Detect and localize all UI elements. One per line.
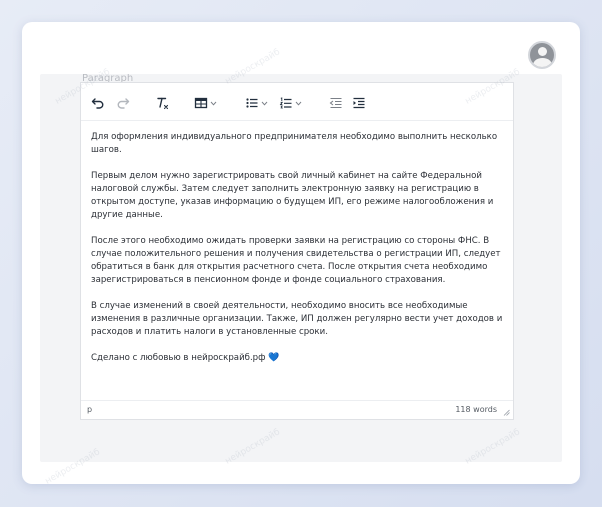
chevron-down-icon (210, 101, 217, 106)
rich-text-editor: Для оформления индивидуального предприни… (80, 82, 514, 420)
signature-paragraph: Сделано с любовью в нейроскрайб.рф 💙 (91, 352, 505, 365)
word-count[interactable]: 118 words (455, 405, 497, 414)
paragraph: Для оформления индивидуального предприни… (91, 132, 498, 155)
editor-toolbar (81, 83, 513, 121)
redo-icon (117, 98, 130, 109)
table-icon (194, 97, 208, 109)
editor-content[interactable]: Для оформления индивидуального предприни… (91, 131, 505, 378)
redo-button[interactable] (116, 95, 130, 111)
signature-text: Сделано с любовью в нейроскрайб.рф (91, 353, 266, 363)
editor-statusbar: p 118 words (81, 400, 513, 419)
heart-icon: 💙 (268, 353, 280, 363)
numbered-list-icon (279, 97, 292, 109)
indent-icon (353, 97, 365, 109)
bullet-list-button[interactable] (245, 95, 268, 111)
undo-icon (91, 98, 104, 109)
outdent-icon (329, 97, 342, 109)
chevron-down-icon (261, 101, 268, 106)
user-avatar-icon[interactable] (528, 41, 556, 69)
bullet-list-icon (246, 98, 258, 108)
undo-button[interactable] (91, 95, 105, 111)
chevron-down-icon (295, 101, 302, 106)
paragraph: В случае изменений в своей деятельности,… (91, 301, 503, 337)
clear-formatting-icon (157, 97, 169, 110)
numbered-list-button[interactable] (279, 95, 302, 111)
resize-handle-icon[interactable] (503, 409, 510, 416)
paragraph: После этого необходимо ожидать проверки … (91, 236, 501, 285)
element-path[interactable]: p (87, 405, 92, 414)
paragraph: Первым делом нужно зарегистрировать свой… (91, 171, 494, 220)
main-card: Paragraph Для оформления индивидуального… (22, 22, 580, 484)
outdent-button[interactable] (329, 95, 343, 111)
table-button[interactable] (194, 95, 217, 111)
clear-formatting-button[interactable] (155, 95, 169, 111)
indent-button[interactable] (352, 95, 366, 111)
